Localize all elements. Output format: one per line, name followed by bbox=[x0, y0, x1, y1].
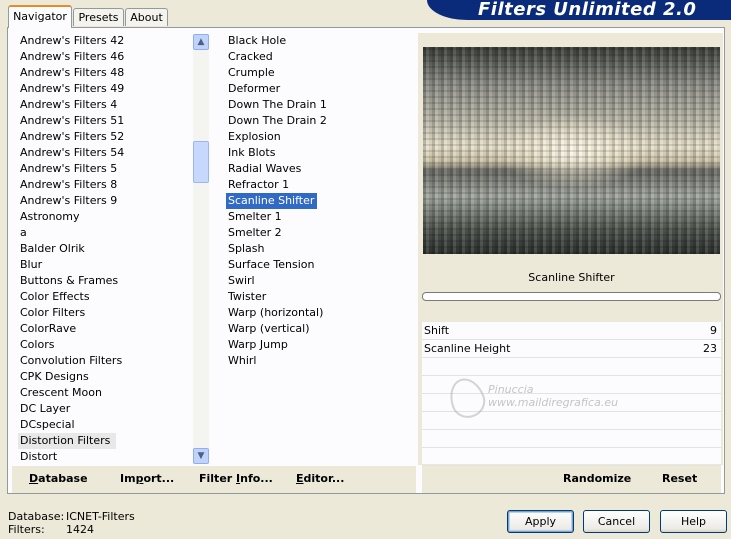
filter-item[interactable]: Swirl bbox=[226, 273, 414, 289]
category-item[interactable]: a bbox=[18, 225, 192, 241]
category-item[interactable]: DC Layer bbox=[18, 401, 192, 417]
category-item[interactable]: Andrew's Filters 8 bbox=[18, 177, 192, 193]
filter-item[interactable]: Smelter 2 bbox=[226, 225, 414, 241]
randomize-button[interactable]: Randomize bbox=[563, 472, 631, 485]
parameter-value[interactable]: 9 bbox=[710, 323, 717, 339]
category-item[interactable]: Andrew's Filters 52 bbox=[18, 129, 192, 145]
category-item[interactable]: Andrew's Filters 49 bbox=[18, 81, 192, 97]
parameter-label: Shift bbox=[424, 324, 450, 337]
filter-item[interactable]: Whirl bbox=[226, 353, 414, 369]
filter-item[interactable]: Smelter 1 bbox=[226, 209, 414, 225]
category-list[interactable]: Andrew's Filters 42 Andrew's Filters 46 An… bbox=[18, 33, 192, 465]
import-button[interactable]: Import... bbox=[120, 472, 174, 485]
category-item[interactable]: Andrew's Filters 48 bbox=[18, 65, 192, 81]
parameter-row bbox=[422, 430, 721, 448]
parameter-row[interactable]: Shift 9 bbox=[422, 322, 721, 340]
database-value: ICNET-Filters bbox=[66, 510, 135, 523]
category-item[interactable]: Crescent Moon bbox=[18, 385, 192, 401]
category-item[interactable]: CPK Designs bbox=[18, 369, 192, 385]
category-item[interactable]: Distortion Filters bbox=[18, 433, 117, 449]
category-scrollbar[interactable]: ▲ ▼ bbox=[193, 34, 209, 464]
category-item[interactable]: Convolution Filters bbox=[18, 353, 192, 369]
chevron-up-icon[interactable]: ▲ bbox=[193, 34, 209, 50]
category-item[interactable]: ColorRave bbox=[18, 321, 192, 337]
category-item[interactable]: Andrew's Filters 5 bbox=[18, 161, 192, 177]
database-label: Database: bbox=[8, 510, 65, 523]
category-item[interactable]: Buttons & Frames bbox=[18, 273, 192, 289]
category-item[interactable]: Color Filters bbox=[18, 305, 192, 321]
category-item[interactable]: Andrew's Filters 54 bbox=[18, 145, 192, 161]
filter-item[interactable]: Warp Jump bbox=[226, 337, 414, 353]
filter-item[interactable]: Warp (horizontal) bbox=[226, 305, 414, 321]
chevron-down-icon[interactable]: ▼ bbox=[193, 448, 209, 464]
category-item[interactable]: Colors bbox=[18, 337, 192, 353]
filter-item[interactable]: Scanline Shifter bbox=[226, 193, 318, 209]
right-button-bar: Randomize Reset bbox=[422, 466, 721, 493]
filters-label: Filters: bbox=[8, 523, 45, 536]
category-item[interactable]: Andrew's Filters 51 bbox=[18, 113, 192, 129]
filter-item[interactable]: Black Hole bbox=[226, 33, 414, 49]
current-filter-name: Scanline Shifter bbox=[528, 271, 615, 284]
filter-item[interactable]: Ink Blots bbox=[226, 145, 414, 161]
filter-item[interactable]: Deformer bbox=[226, 81, 414, 97]
apply-button[interactable]: Apply bbox=[507, 510, 574, 533]
filter-item[interactable]: Splash bbox=[226, 241, 414, 257]
parameter-label: Scanline Height bbox=[424, 342, 511, 355]
scroll-thumb[interactable] bbox=[193, 141, 209, 183]
parameter-row bbox=[422, 358, 721, 376]
filter-item[interactable]: Cracked bbox=[226, 49, 414, 65]
tab-navigator[interactable]: Navigator bbox=[8, 5, 72, 28]
category-item[interactable]: DCspecial bbox=[18, 417, 192, 433]
filter-item[interactable]: Down The Drain 2 bbox=[226, 113, 414, 129]
filters-count: 1424 bbox=[66, 523, 94, 536]
category-item[interactable]: Blur bbox=[18, 257, 192, 273]
filter-item[interactable]: Refractor 1 bbox=[226, 177, 414, 193]
reset-button[interactable]: Reset bbox=[662, 472, 697, 485]
category-item[interactable]: Balder Olrik bbox=[18, 241, 192, 257]
category-item[interactable]: Astronomy bbox=[18, 209, 192, 225]
editor-button[interactable]: Editor... bbox=[296, 472, 344, 485]
database-button[interactable]: Database bbox=[29, 472, 88, 485]
left-button-bar: Database Import... Filter Info... Editor… bbox=[12, 466, 416, 493]
app-title: Filters Unlimited 2.0 bbox=[478, 0, 697, 20]
watermark-line1: Pinuccia bbox=[488, 383, 534, 396]
help-button[interactable]: Help bbox=[660, 510, 727, 533]
tab-presets[interactable]: Presets bbox=[73, 8, 124, 26]
watermark: Pinuccia www.maildiregrafica.eu bbox=[448, 383, 618, 409]
category-item[interactable]: Andrew's Filters 9 bbox=[18, 193, 192, 209]
progress-bar bbox=[422, 292, 721, 301]
category-item[interactable]: Andrew's Filters 42 bbox=[18, 33, 192, 49]
filter-item[interactable]: Explosion bbox=[226, 129, 414, 145]
filter-item[interactable]: Twister bbox=[226, 289, 414, 305]
watermark-line2: www.maildiregrafica.eu bbox=[488, 396, 619, 409]
parameter-row[interactable]: Scanline Height 23 bbox=[422, 340, 721, 358]
filter-item[interactable]: Crumple bbox=[226, 65, 414, 81]
category-item[interactable]: Andrew's Filters 4 bbox=[18, 97, 192, 113]
filter-item[interactable]: Down The Drain 1 bbox=[226, 97, 414, 113]
cancel-button[interactable]: Cancel bbox=[583, 510, 650, 533]
filter-item[interactable]: Surface Tension bbox=[226, 257, 414, 273]
category-item[interactable]: Andrew's Filters 46 bbox=[18, 49, 192, 65]
category-item[interactable]: Distort bbox=[18, 449, 192, 465]
parameter-value[interactable]: 23 bbox=[703, 341, 717, 357]
category-item[interactable]: Color Effects bbox=[18, 289, 192, 305]
tab-about[interactable]: About bbox=[125, 8, 168, 26]
parameter-row bbox=[422, 448, 721, 466]
preview-image bbox=[423, 47, 720, 254]
filter-list[interactable]: Black Hole Cracked Crumple Deformer Down The… bbox=[226, 33, 414, 369]
filter-info-button[interactable]: Filter Info... bbox=[199, 472, 273, 485]
filter-item[interactable]: Radial Waves bbox=[226, 161, 414, 177]
filter-item[interactable]: Warp (vertical) bbox=[226, 321, 414, 337]
